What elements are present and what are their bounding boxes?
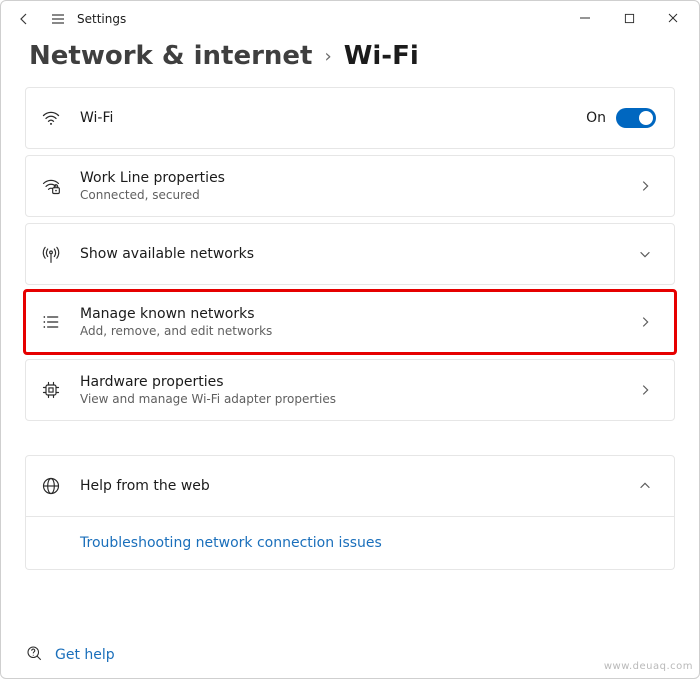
menu-button[interactable] <box>41 2 75 36</box>
item-subtitle: View and manage Wi-Fi adapter properties <box>80 392 638 406</box>
chevron-right-icon <box>638 383 656 397</box>
help-body: Troubleshooting network connection issue… <box>25 517 675 570</box>
item-title: Hardware properties <box>80 374 638 390</box>
item-title: Work Line properties <box>80 170 638 186</box>
watermark: www.deuaq.com <box>604 661 693 672</box>
item-title: Manage known networks <box>80 306 638 322</box>
help-from-web-header[interactable]: Help from the web <box>25 455 675 517</box>
wifi-state-label: On <box>586 110 606 126</box>
wifi-title: Wi-Fi <box>80 110 586 126</box>
wifi-toggle-switch[interactable] <box>616 108 656 128</box>
wifi-toggle-card[interactable]: Wi-Fi On <box>25 87 675 149</box>
help-link[interactable]: Troubleshooting network connection issue… <box>80 535 382 551</box>
chevron-right-icon <box>638 315 656 329</box>
chevron-down-icon <box>638 247 656 261</box>
maximize-button[interactable] <box>607 2 651 34</box>
show-networks-item[interactable]: Show available networks <box>25 223 675 285</box>
item-subtitle: Add, remove, and edit networks <box>80 324 638 338</box>
hardware-properties-item[interactable]: Hardware properties View and manage Wi-F… <box>25 359 675 421</box>
help-header-title: Help from the web <box>80 478 638 494</box>
back-button[interactable] <box>7 2 41 36</box>
chip-icon <box>40 379 62 401</box>
item-title: Show available networks <box>80 246 638 262</box>
window-title: Settings <box>77 12 126 26</box>
chevron-up-icon <box>638 479 656 493</box>
window-controls <box>563 4 695 34</box>
antenna-icon <box>40 243 62 265</box>
wifi-icon <box>40 107 62 129</box>
chevron-right-icon <box>638 179 656 193</box>
breadcrumb-parent[interactable]: Network & internet <box>29 41 312 71</box>
wifi-secure-icon <box>40 175 62 197</box>
manage-known-networks-item[interactable]: Manage known networks Add, remove, and e… <box>25 291 675 353</box>
item-subtitle: Connected, secured <box>80 188 638 202</box>
minimize-button[interactable] <box>563 2 607 34</box>
breadcrumb-separator: › <box>324 46 331 67</box>
network-properties-item[interactable]: Work Line properties Connected, secured <box>25 155 675 217</box>
breadcrumb: Network & internet › Wi-Fi <box>1 37 699 87</box>
globe-icon <box>40 475 62 497</box>
footer: Get help <box>25 644 115 666</box>
titlebar: Settings <box>1 1 699 37</box>
breadcrumb-current: Wi-Fi <box>344 41 419 71</box>
close-button[interactable] <box>651 2 695 34</box>
get-help-link[interactable]: Get help <box>55 647 115 663</box>
list-icon <box>40 311 62 333</box>
help-icon <box>25 644 43 666</box>
